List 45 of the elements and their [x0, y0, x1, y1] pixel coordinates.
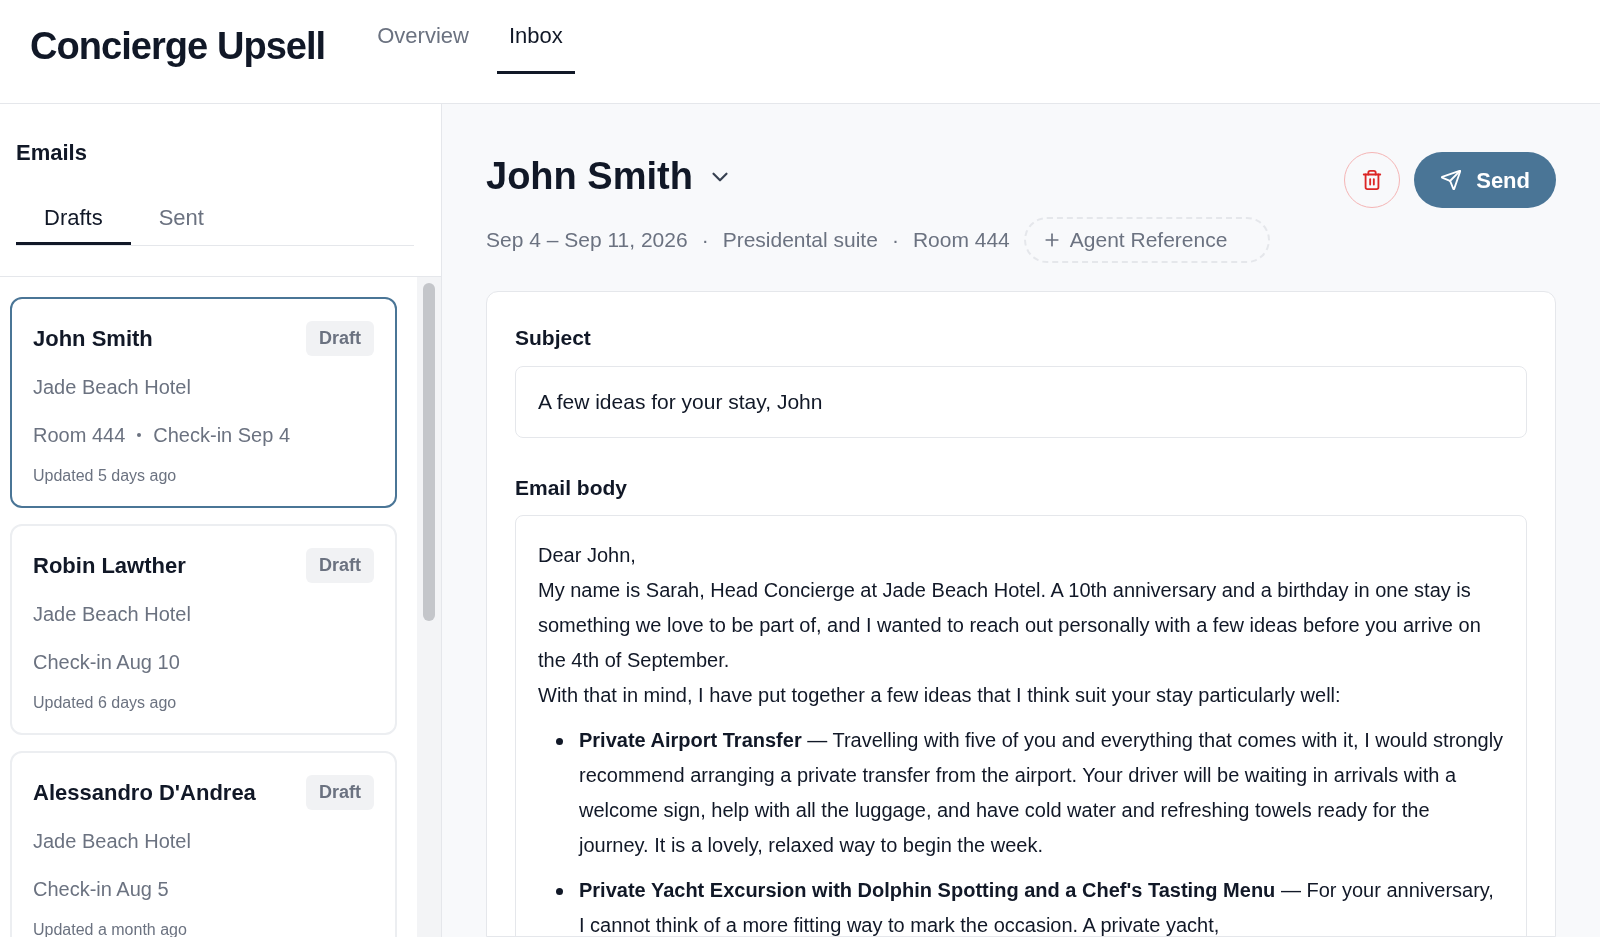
hotel-name: Jade Beach Hotel — [33, 375, 192, 400]
hotel-name: Jade Beach Hotel — [33, 829, 192, 854]
guest-name: John Smith — [33, 325, 153, 353]
field-label: Subject — [515, 325, 592, 351]
bullet-icon — [556, 888, 563, 895]
separator-dot: · — [701, 227, 709, 254]
subject-field[interactable]: A few ideas for your stay, John — [515, 365, 1527, 438]
bullet-text: Private Airport Transfer — Travelling with five of you and everything that comes with it, I would strongly recommend arranging a private transfer from the airport. Your driver will be waiting in arrivals with a welcome sign, help with all the luggage, and have cold water and refreshing towels ready for the journey. It is a lovely, relaxed way to begin the week. — [579, 728, 1504, 858]
sidebar-title: Emails — [16, 139, 88, 167]
checkin-date: Check-in Aug 5 — [33, 877, 169, 902]
stay-detail: Room 444 — [912, 227, 1010, 254]
field-label: Email body — [515, 474, 629, 501]
checkin-date: Check-in Aug 10 — [33, 650, 180, 675]
app-title: Concierge Upsell — [30, 24, 326, 69]
email-card[interactable]: John Smith Draft Jade Beach Hotel Room 444 Check-in Sep 4 Updated 5 days ago — [10, 297, 397, 508]
guest-heading: John Smith — [486, 154, 693, 199]
email-body-field[interactable] — [515, 515, 1527, 936]
stay-detail: Sep 4 – Sep 11, 2026 — [486, 227, 688, 254]
nav-tab[interactable]: Overview — [365, 0, 481, 74]
sidebar-tab[interactable]: Drafts — [16, 193, 131, 245]
status-badge: Draft — [306, 548, 374, 583]
stay-detail: Presidental suite — [722, 227, 878, 254]
status-badge: Draft — [306, 321, 374, 356]
status-badge: Draft — [306, 775, 374, 810]
guest-name: Robin Lawther — [33, 552, 186, 580]
send-icon — [1440, 169, 1463, 191]
body-paragraph: With that in mind, I have put together a few ideas that I think suit your stay particularly well: — [538, 683, 1342, 708]
send-button[interactable]: Send — [1414, 152, 1556, 208]
nav-tab[interactable]: Inbox — [496, 0, 575, 74]
body-paragraph: My name is Sarah, Head Concierge at Jade Beach Hotel. A 10th anniversary and a birthday in one stay is something we love to be part of, and I wanted to reach out personally with a few ideas before you arrive on the 4th of September. — [538, 578, 1482, 673]
trash-icon — [1361, 169, 1384, 191]
guest-name: Alessandro D'Andrea — [33, 779, 256, 807]
body-paragraph: Dear John, — [538, 543, 637, 568]
sidebar-tab[interactable]: Sent — [130, 193, 232, 245]
room-number: Room 444 — [33, 423, 126, 448]
hotel-name: Jade Beach Hotel — [33, 602, 192, 627]
bullet-icon — [556, 738, 563, 745]
updated-time: Updated 5 days ago — [33, 466, 178, 486]
bullet-text: Private Yacht Excursion with Dolphin Spotting and a Chef's Tasting Menu — For your anniversary, I cannot think of a more fitting way to mark the occasion. A private yacht, — [579, 878, 1495, 936]
updated-time: Updated 6 days ago — [33, 693, 178, 713]
separator-dot: · — [891, 227, 899, 254]
agent-reference-button[interactable]: Agent Reference — [1023, 217, 1270, 263]
scrollbar-thumb[interactable] — [423, 283, 435, 621]
checkin-date: Check-in Sep 4 — [153, 423, 291, 448]
email-card[interactable]: Robin Lawther Draft Jade Beach Hotel Check-in Aug 10 Updated 6 days ago — [10, 524, 397, 735]
